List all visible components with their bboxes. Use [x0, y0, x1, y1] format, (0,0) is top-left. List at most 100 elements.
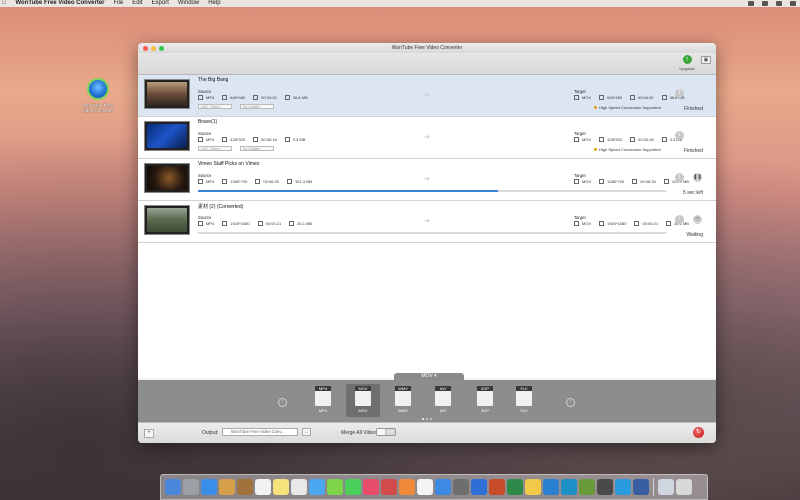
photos-icon[interactable] [363, 479, 379, 495]
finder-icon[interactable] [165, 479, 181, 495]
format-mov[interactable]: MOV MOV [346, 384, 380, 417]
downloads-icon[interactable] [658, 479, 674, 495]
itunes-icon[interactable] [417, 479, 433, 495]
photo-booth-icon[interactable] [381, 479, 397, 495]
source-meta: MP4 640*480 00:04:30 36.8 MB [198, 95, 308, 100]
track-selectors: AAC, Stereo No Subtitle [198, 146, 274, 151]
search-icon[interactable] [776, 1, 782, 6]
format-wmv[interactable]: WMV WMV [390, 384, 416, 413]
close-icon[interactable] [143, 45, 148, 51]
status-text: 5 sec left [682, 190, 703, 196]
calendar-icon[interactable] [255, 479, 271, 495]
format-mp4[interactable]: MP4 MP4 [310, 384, 336, 413]
video-thumbnail [144, 79, 190, 109]
list-item[interactable]: The Big Bang Source MP4 640*480 00:04:30… [138, 75, 716, 117]
menu-bar:  WonTube Free Video Converter File Edit… [0, 0, 800, 7]
menu-help[interactable]: Help [208, 0, 220, 7]
audio-select[interactable]: AAC, Stereo [198, 104, 232, 109]
up-arrow-icon: ↑ [682, 55, 692, 64]
format-flv[interactable]: FLV FLV [511, 384, 537, 413]
menu-export[interactable]: Export [152, 0, 169, 7]
source-meta: MP4 1280*720 00:06:30 101.3 MB [198, 179, 312, 184]
clock-icon: ◷ [693, 215, 702, 224]
arrow-right-icon: ➜ [424, 218, 430, 225]
target-label: Target [574, 131, 586, 136]
info-icon[interactable]: i [675, 215, 684, 224]
contacts-icon[interactable] [237, 479, 253, 495]
track-selectors: AAC, Stereo No Subtitle [198, 104, 274, 109]
menu-file[interactable]: File [114, 0, 124, 7]
format-panel: ‹ MP4 MP4 MOV MOV WMV WMV AVI AVI 3GP 3G… [138, 380, 716, 422]
app-icon-4[interactable] [579, 479, 595, 495]
info-icon[interactable]: i [675, 173, 684, 182]
list-icon[interactable] [790, 1, 796, 6]
add-video-button[interactable]: + [144, 429, 154, 438]
chevron-right-icon[interactable]: › [566, 398, 575, 407]
system-preferences-icon[interactable] [453, 479, 469, 495]
audio-select[interactable]: AAC, Stereo [198, 146, 232, 151]
zoom-icon[interactable] [159, 45, 164, 51]
video-thumbnail [144, 163, 190, 193]
merge-toggle[interactable]: Off [376, 428, 396, 436]
upgrade-label: Upgrade [679, 66, 695, 71]
menu-window[interactable]: Window [178, 0, 199, 7]
conversion-list: The Big Bang Source MP4 640*480 00:04:30… [138, 75, 716, 378]
powerpoint-icon[interactable] [489, 479, 505, 495]
target-label: Target [574, 215, 586, 220]
menu-app-name[interactable]: WonTube Free Video Converter [16, 0, 105, 7]
list-item[interactable]: 素材 (2) (Converted) Source MP4 1920*1080 … [138, 201, 716, 243]
subtitle-select[interactable]: No Subtitle [240, 146, 274, 151]
messages-icon[interactable] [327, 479, 343, 495]
video-thumbnail [144, 205, 190, 235]
list-item[interactable]: Brave(1) Source MP4 428*320 00:00:18 3.3… [138, 117, 716, 159]
title-bar: WonTube Free Video Converter [138, 43, 716, 53]
list-item[interactable]: Vimeo Staff Picks on Vimeo Source MP4 12… [138, 159, 716, 201]
app-icon-1[interactable] [525, 479, 541, 495]
trash-icon[interactable] [676, 479, 692, 495]
chevron-left-icon[interactable]: ‹ [278, 398, 287, 407]
window-controls [143, 45, 164, 51]
minimize-icon[interactable] [151, 45, 156, 51]
format-avi[interactable]: AVI AVI [430, 384, 456, 413]
flv-icon: FLV [516, 386, 532, 406]
folder-icon[interactable]: … [302, 428, 311, 436]
wifi-icon[interactable] [748, 1, 754, 6]
mail-icon[interactable] [219, 479, 235, 495]
maps-icon[interactable] [309, 479, 325, 495]
app-icon-2[interactable] [543, 479, 559, 495]
video-title: 素材 (2) (Converted) [198, 204, 244, 210]
output-folder-select[interactable]: WonTube Free Video Conv... [222, 428, 298, 436]
source-meta: MP4 1920*1080 00:00:21 26.1 MB [198, 221, 312, 226]
app-icon-6[interactable] [633, 479, 649, 495]
format-3gp[interactable]: 3GP 3GP [472, 384, 498, 413]
wontube-icon[interactable] [615, 479, 631, 495]
battery-icon[interactable] [762, 1, 768, 6]
launchpad-icon[interactable] [183, 479, 199, 495]
word-icon[interactable] [471, 479, 487, 495]
format-tab[interactable]: MOV ▾ [394, 373, 464, 380]
app-icon-3[interactable] [561, 479, 577, 495]
target-meta: MOV 640*480 00:04:30 36.8 MB [574, 95, 685, 100]
excel-icon[interactable] [507, 479, 523, 495]
subtitle-select[interactable]: No Subtitle [240, 104, 274, 109]
ibooks-icon[interactable] [399, 479, 415, 495]
desktop-app-icon[interactable]: WonTube Free Video Converter [78, 78, 118, 113]
reminders-icon[interactable] [291, 479, 307, 495]
app-icon-5[interactable] [597, 479, 613, 495]
screen-icon[interactable]: ▣ [701, 56, 711, 64]
upgrade-button[interactable]: ↑ Upgrade [678, 55, 696, 71]
pause-icon[interactable]: ❚❚ [693, 173, 702, 182]
safari-icon[interactable] [201, 479, 217, 495]
facetime-icon[interactable] [345, 479, 361, 495]
wontube-logo-icon [87, 78, 109, 100]
info-icon[interactable]: i [675, 131, 684, 140]
menu-edit[interactable]: Edit [132, 0, 142, 7]
info-icon[interactable]: i [675, 89, 684, 98]
app-store-icon[interactable] [435, 479, 451, 495]
avi-icon: AVI [435, 386, 451, 406]
apple-icon[interactable]:  [2, 0, 7, 7]
notes-icon[interactable] [273, 479, 289, 495]
source-label: Source [198, 89, 212, 94]
convert-button[interactable]: ↻ [693, 427, 704, 438]
source-label: Source [198, 215, 212, 220]
